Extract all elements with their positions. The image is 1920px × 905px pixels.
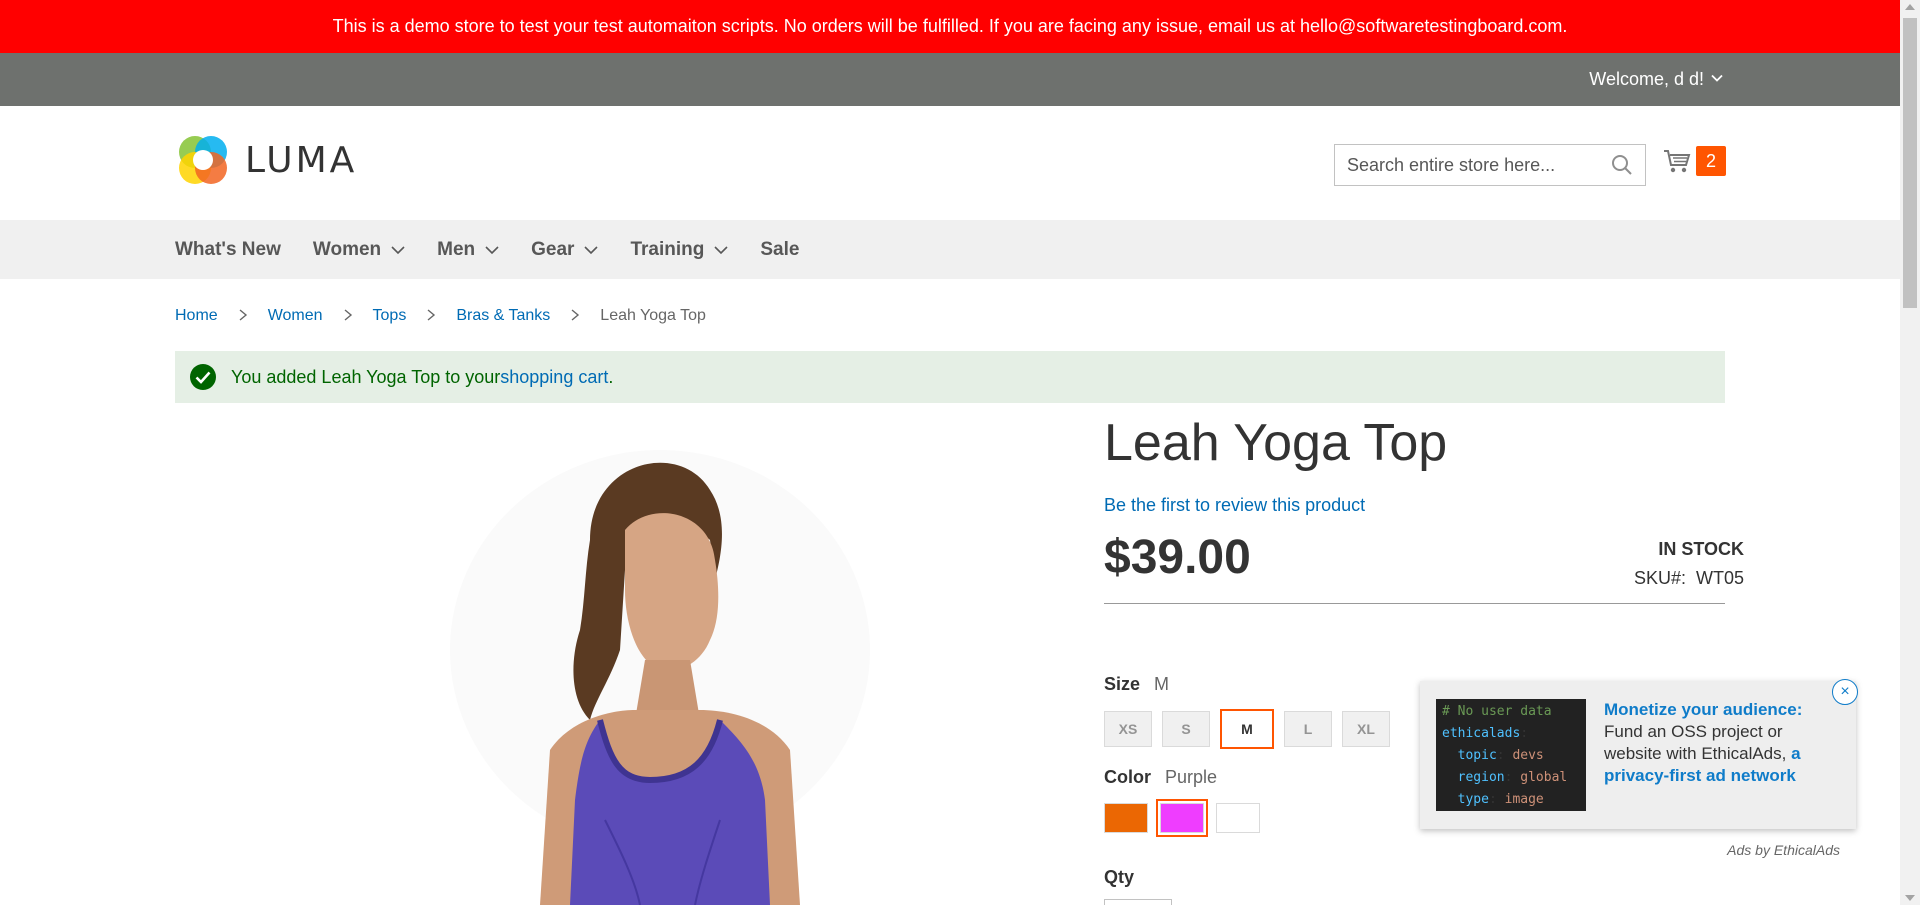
cart-icon xyxy=(1664,150,1691,173)
color-option-purple[interactable] xyxy=(1156,799,1208,837)
cart-counter-badge: 2 xyxy=(1696,146,1726,176)
sku-label: SKU#: xyxy=(1633,568,1686,588)
header-panel: Welcome, d d! xyxy=(0,53,1900,106)
nav-item-whats-new[interactable]: What's New xyxy=(175,239,281,261)
ethicalads-banner[interactable]: # No user data ethicalads: topic: devs r… xyxy=(1420,681,1856,829)
product-image[interactable] xyxy=(420,420,900,905)
luma-logo-icon xyxy=(179,136,227,184)
nav-label: Training xyxy=(630,238,705,260)
sku-value: WT05 xyxy=(1695,568,1744,588)
size-option-l[interactable]: L xyxy=(1284,711,1332,747)
chevron-down-icon xyxy=(1710,71,1724,88)
customer-welcome-menu[interactable]: Welcome, d d! xyxy=(1589,53,1724,106)
ad-code-image: # No user data ethicalads: topic: devs r… xyxy=(1436,699,1586,811)
color-option-orange[interactable] xyxy=(1104,803,1148,833)
chevron-right-icon xyxy=(238,308,248,324)
nav-label: Gear xyxy=(531,238,575,260)
product-sku: SKU#: WT05 xyxy=(1634,568,1744,589)
size-option-xl[interactable]: XL xyxy=(1342,711,1390,747)
color-swatches xyxy=(1104,799,1272,837)
message-suffix: . xyxy=(608,366,614,387)
ad-code-line: type: image xyxy=(1457,792,1544,807)
ad-headline: Monetize your audience: xyxy=(1604,700,1803,719)
size-selected-value: M xyxy=(1154,674,1170,694)
product-photo xyxy=(450,450,870,905)
nav-item-men[interactable]: Men xyxy=(437,239,499,261)
add-review-link[interactable]: Be the first to review this product xyxy=(1104,495,1365,516)
logo-text: LUMA xyxy=(245,139,358,181)
size-label: Size xyxy=(1104,674,1141,694)
page-scrollbar[interactable] xyxy=(1900,0,1920,905)
search-input[interactable] xyxy=(1347,154,1611,176)
nav-item-gear[interactable]: Gear xyxy=(531,238,599,261)
ad-byline[interactable]: Ads by EthicalAds xyxy=(1727,842,1840,858)
site-header: LUMA 2 xyxy=(0,106,1900,220)
main-navigation: What's New Women Men Gear Training Sale xyxy=(0,220,1900,279)
size-swatches: XS S M L XL xyxy=(1104,709,1400,749)
ad-code-line: region: global xyxy=(1457,770,1568,785)
breadcrumb-home[interactable]: Home xyxy=(175,307,218,325)
chevron-down-icon xyxy=(584,245,599,254)
nav-label: Women xyxy=(312,238,382,260)
chevron-right-icon xyxy=(343,308,353,324)
color-attribute-label: Color Purple xyxy=(1104,767,1217,788)
scroll-down-arrow-icon[interactable] xyxy=(1905,895,1915,901)
chevron-down-icon xyxy=(391,245,405,254)
ad-code-line: topic: devs xyxy=(1457,748,1544,763)
shopping-cart-link[interactable]: shopping cart xyxy=(500,367,608,388)
breadcrumb-current: Leah Yoga Top xyxy=(600,307,706,324)
minicart-button[interactable]: 2 xyxy=(1662,146,1726,176)
nav-label: Sale xyxy=(760,238,800,260)
chevron-down-icon xyxy=(714,245,728,254)
breadcrumb-bras-tanks[interactable]: Bras & Tanks xyxy=(456,307,550,325)
color-selected-value: Purple xyxy=(1165,767,1218,787)
success-message: You added Leah Yoga Top to your shopping… xyxy=(175,351,1725,403)
chevron-right-icon xyxy=(570,308,580,324)
qty-label: Qty xyxy=(1104,867,1135,887)
ad-code-line: # No user data xyxy=(1442,704,1552,719)
demo-notice-text: This is a demo store to test your test a… xyxy=(332,16,1568,36)
nav-item-women[interactable]: Women xyxy=(313,239,405,261)
scroll-up-arrow-icon[interactable] xyxy=(1905,4,1915,10)
nav-item-sale[interactable]: Sale xyxy=(760,239,799,261)
divider xyxy=(1104,603,1725,604)
close-icon[interactable]: × xyxy=(1832,679,1858,705)
nav-label: Men xyxy=(437,238,476,260)
scrollbar-thumb[interactable] xyxy=(1903,18,1917,308)
message-prefix: You added Leah Yoga Top to your xyxy=(231,366,501,387)
ad-text: Monetize your audience: Fund an OSS proj… xyxy=(1604,699,1840,811)
welcome-text: Welcome, d d! xyxy=(1589,69,1704,89)
size-option-s[interactable]: S xyxy=(1162,711,1210,747)
size-attribute-label: Size M xyxy=(1104,674,1169,695)
chevron-right-icon xyxy=(426,308,436,324)
ad-code-line: ethicalads: xyxy=(1442,726,1529,741)
nav-label: What's New xyxy=(175,238,281,260)
breadcrumb-tops[interactable]: Tops xyxy=(373,307,407,325)
size-option-xs[interactable]: XS xyxy=(1104,711,1152,747)
search-box xyxy=(1334,144,1646,186)
product-price: $39.00 xyxy=(1104,531,1251,584)
size-option-m[interactable]: M xyxy=(1220,709,1274,749)
demo-store-notice: This is a demo store to test your test a… xyxy=(0,0,1900,53)
breadcrumb-women[interactable]: Women xyxy=(268,307,323,325)
luma-logo[interactable]: LUMA xyxy=(175,132,357,188)
nav-item-training[interactable]: Training xyxy=(630,239,728,261)
stock-status: IN STOCK xyxy=(1658,539,1744,559)
chevron-down-icon xyxy=(485,245,499,254)
breadcrumb: Home Women Tops Bras & Tanks Leah Yoga T… xyxy=(175,307,706,325)
qty-input[interactable] xyxy=(1104,899,1172,905)
color-label: Color xyxy=(1104,767,1151,787)
color-option-white[interactable] xyxy=(1216,803,1260,833)
checkmark-icon xyxy=(190,364,216,390)
search-icon[interactable] xyxy=(1611,154,1633,176)
ad-body: Fund an OSS project or website with Ethi… xyxy=(1604,722,1787,763)
product-title: Leah Yoga Top xyxy=(1104,414,1448,472)
